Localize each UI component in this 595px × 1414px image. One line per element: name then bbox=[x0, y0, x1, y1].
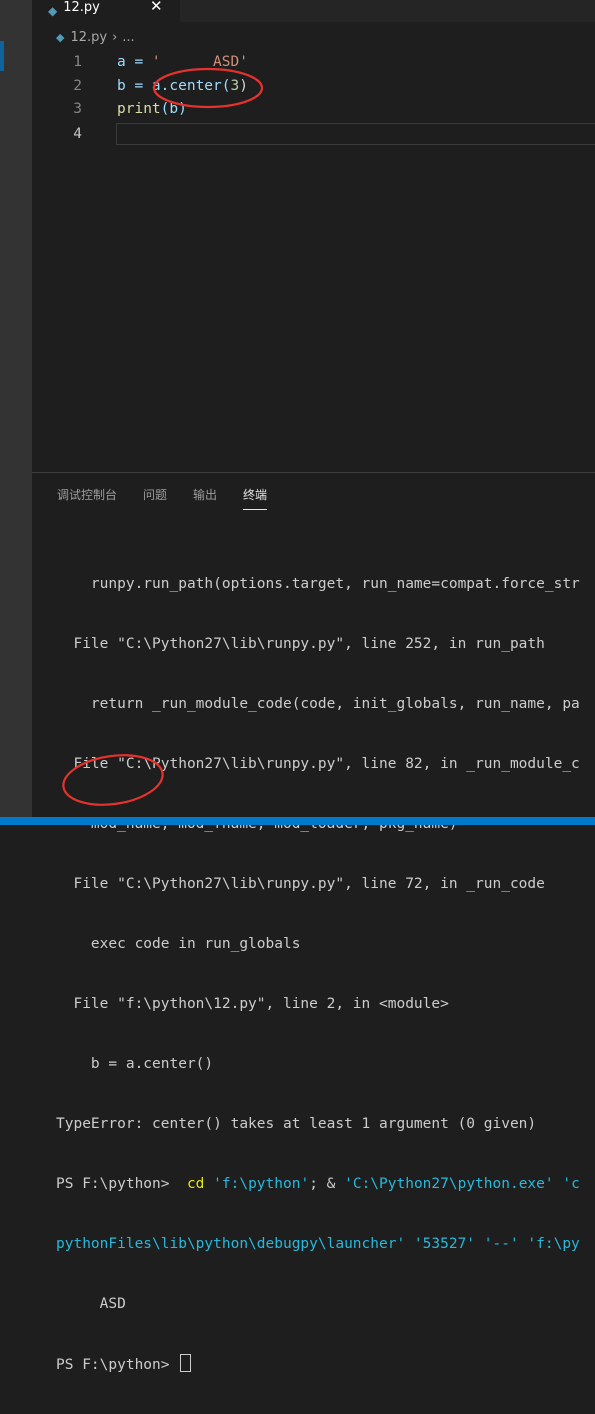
terminal-command-line: PS F:\python> cd 'f:\python'; & 'C:\Pyth… bbox=[56, 1174, 595, 1194]
terminal-line: runpy.run_path(options.target, run_name=… bbox=[56, 576, 580, 592]
terminal-line: return _run_module_code(code, init_globa… bbox=[56, 696, 580, 712]
status-bar bbox=[0, 817, 595, 825]
terminal-prompt: PS F:\python> bbox=[56, 1357, 179, 1373]
code-number: 3 bbox=[230, 78, 240, 94]
tab-output[interactable]: 输出 bbox=[193, 486, 217, 510]
code-string: ' ASD' bbox=[151, 54, 248, 70]
line-number: 2 bbox=[73, 78, 82, 94]
tab-12py[interactable]: ◆ 12.py ✕ bbox=[32, 0, 180, 22]
code-function: print bbox=[117, 101, 161, 117]
breadcrumb-separator: › bbox=[112, 29, 118, 45]
code-token: ) bbox=[239, 78, 248, 94]
terminal-output[interactable]: runpy.run_path(options.target, run_name=… bbox=[56, 534, 595, 1414]
line-number: 3 bbox=[73, 101, 82, 117]
bottom-panel: 调试控制台 问题 输出 终端 runpy.run_path(options.ta… bbox=[32, 472, 595, 1373]
terminal-line: TypeError: center() takes at least 1 arg… bbox=[56, 1116, 537, 1132]
breadcrumb-more[interactable]: ... bbox=[122, 30, 134, 45]
terminal-line: File "C:\Python27\lib\runpy.py", line 72… bbox=[56, 876, 545, 892]
terminal-line: exec code in run_globals bbox=[56, 936, 301, 952]
terminal-prompt: PS F:\python> bbox=[56, 1176, 179, 1192]
line-number: 4 bbox=[73, 126, 82, 142]
code-token: a = bbox=[117, 54, 152, 70]
editor-tabs: ◆ 12.py ✕ bbox=[32, 0, 595, 22]
panel-tabs: 调试控制台 问题 输出 终端 bbox=[57, 486, 293, 510]
close-icon[interactable]: ✕ bbox=[150, 0, 163, 15]
terminal-arg: 'f:\python' bbox=[204, 1176, 310, 1192]
tab-debug-console[interactable]: 调试控制台 bbox=[57, 486, 117, 510]
terminal-line: File "C:\Python27\lib\runpy.py", line 25… bbox=[56, 636, 545, 652]
code-token: (b) bbox=[160, 101, 187, 117]
python-file-icon: ◆ bbox=[48, 4, 58, 18]
terminal-arg: 'C:\Python27\python.exe' 'c bbox=[344, 1176, 580, 1192]
terminal-line: File "C:\Python27\lib\runpy.py", line 82… bbox=[56, 756, 580, 772]
code-editor[interactable]: 1 a = ' ASD' 2 b = a.center(3) 3 print(b… bbox=[32, 50, 595, 470]
terminal-line: File "f:\python\12.py", line 2, in <modu… bbox=[56, 996, 449, 1012]
tab-problems[interactable]: 问题 bbox=[143, 486, 167, 510]
terminal-cursor bbox=[180, 1354, 192, 1372]
python-file-icon: ◆ bbox=[56, 30, 65, 44]
code-token: b = a.center( bbox=[117, 78, 231, 94]
terminal-program-output: ASD bbox=[56, 1296, 126, 1312]
activity-bar bbox=[0, 0, 32, 825]
terminal-sep: ; & bbox=[309, 1176, 345, 1192]
line-number: 1 bbox=[73, 54, 82, 70]
current-line-highlight bbox=[116, 123, 595, 145]
tab-label: 12.py bbox=[63, 0, 100, 15]
terminal-prompt-line: PS F:\python> bbox=[56, 1354, 595, 1374]
terminal-command-wrap: pythonFiles\lib\python\debugpy\launcher'… bbox=[56, 1236, 580, 1252]
active-view-indicator bbox=[0, 41, 4, 71]
terminal-line: b = a.center() bbox=[56, 1056, 214, 1072]
breadcrumb: ◆ 12.py › ... bbox=[56, 26, 135, 48]
tab-terminal[interactable]: 终端 bbox=[243, 486, 268, 510]
breadcrumb-file[interactable]: 12.py bbox=[70, 30, 107, 45]
terminal-cmd: cd bbox=[178, 1176, 205, 1192]
